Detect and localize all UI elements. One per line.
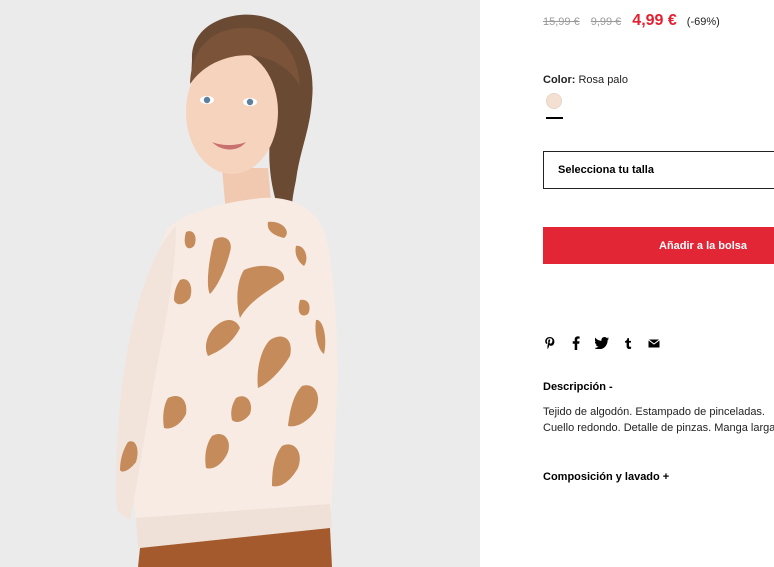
original-price: 15,99 € bbox=[543, 16, 580, 28]
pinterest-icon[interactable] bbox=[543, 335, 557, 351]
previous-price: 9,99 € bbox=[590, 16, 622, 28]
product-photo-illustration bbox=[0, 0, 480, 567]
twitter-icon[interactable] bbox=[595, 335, 609, 351]
size-select-label: Selecciona tu talla bbox=[558, 164, 654, 176]
color-swatch[interactable] bbox=[546, 93, 562, 109]
discount-badge: (-69%) bbox=[686, 16, 720, 28]
color-label: Color: bbox=[543, 74, 576, 86]
description-text: Tejido de algodón. Estampado de pincelad… bbox=[543, 406, 774, 434]
description-toggle[interactable]: Descripción - bbox=[543, 381, 613, 393]
sale-price: 4,99 € bbox=[632, 12, 677, 29]
price-row: 15,99 € 9,99 € 4,99 € (-69%) bbox=[543, 12, 720, 30]
color-info: Color: Rosa palo bbox=[543, 74, 628, 86]
color-name: Rosa palo bbox=[578, 74, 628, 86]
product-image[interactable] bbox=[0, 0, 480, 567]
tumblr-icon[interactable] bbox=[621, 335, 635, 351]
selected-swatch-indicator bbox=[546, 117, 563, 119]
size-select[interactable]: Selecciona tu talla bbox=[543, 151, 774, 189]
add-to-bag-button[interactable]: Añadir a la bolsa bbox=[543, 227, 774, 264]
composition-toggle[interactable]: Composición y lavado + bbox=[543, 471, 669, 483]
facebook-icon[interactable] bbox=[569, 335, 583, 351]
share-icons bbox=[543, 335, 673, 351]
add-to-bag-label: Añadir a la bolsa bbox=[659, 239, 748, 252]
email-icon[interactable] bbox=[647, 335, 661, 351]
